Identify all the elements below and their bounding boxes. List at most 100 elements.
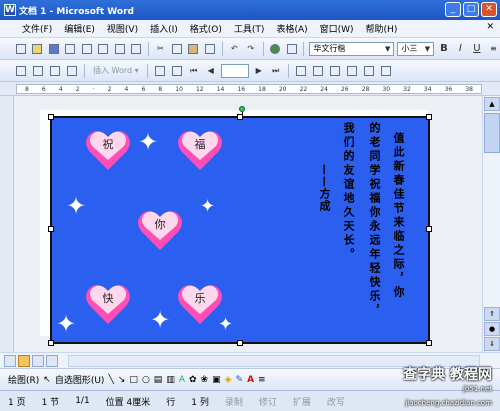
- close-button[interactable]: ✕: [481, 2, 497, 17]
- line-color-icon[interactable]: ✎: [236, 375, 244, 385]
- resize-handle-sw[interactable]: [48, 340, 54, 346]
- web-view-icon[interactable]: [18, 354, 30, 367]
- status-overtype[interactable]: 改写: [319, 395, 353, 408]
- hyperlink-icon[interactable]: [268, 42, 281, 56]
- menu-file[interactable]: 文件(F): [16, 22, 58, 35]
- clipart-icon[interactable]: ❀: [201, 375, 209, 385]
- document-close-icon[interactable]: ✕: [486, 22, 494, 32]
- menu-view[interactable]: 视图(V): [101, 22, 144, 35]
- italic-icon[interactable]: I: [454, 42, 467, 56]
- horizontal-scroll-track[interactable]: [68, 354, 480, 367]
- outline-view-icon[interactable]: [46, 354, 58, 367]
- merge-email-icon[interactable]: [362, 64, 376, 78]
- resize-handle-nw[interactable]: [48, 114, 54, 120]
- find-entry-icon[interactable]: [294, 64, 308, 78]
- maximize-button[interactable]: □: [463, 2, 479, 17]
- font-color-icon[interactable]: A: [247, 375, 254, 385]
- status-track[interactable]: 修订: [251, 395, 285, 408]
- arrow-icon[interactable]: ↘: [118, 375, 126, 385]
- font-size-select[interactable]: 小三 ▼: [397, 41, 435, 56]
- open-icon[interactable]: [30, 42, 43, 56]
- minimize-button[interactable]: _: [445, 2, 461, 17]
- email-icon[interactable]: [80, 42, 93, 56]
- outline-icon[interactable]: [14, 64, 28, 78]
- scroll-thumb[interactable]: [484, 113, 500, 153]
- autoshape-button[interactable]: 自选图形(U): [55, 373, 105, 386]
- first-record-icon[interactable]: ⏮: [187, 64, 201, 78]
- menu-format[interactable]: 格式(O): [184, 22, 228, 35]
- prev-record-icon[interactable]: ◀: [204, 64, 218, 78]
- table-icon[interactable]: [285, 42, 298, 56]
- resize-handle-n[interactable]: [237, 114, 243, 120]
- print-preview-icon[interactable]: [113, 42, 126, 56]
- record-input[interactable]: [220, 63, 249, 78]
- diagram-icon[interactable]: ✿: [189, 375, 197, 385]
- last-record-icon[interactable]: ⏭: [269, 64, 283, 78]
- normal-view-icon[interactable]: [4, 354, 16, 367]
- menu-tools[interactable]: 工具(T): [228, 22, 271, 35]
- browse-object-icon[interactable]: ●: [484, 322, 500, 336]
- print-icon[interactable]: [96, 42, 109, 56]
- horizontal-ruler[interactable]: 8 6 4 2 · 2 4 6 8 10 12 14 16 18 20 22 24 26 28 30 32 34 36 38: [0, 82, 500, 96]
- poem-column-3[interactable]: 我们的友谊地久天长。: [342, 122, 355, 262]
- resize-handle-s[interactable]: [237, 340, 243, 346]
- merge-new-icon[interactable]: [328, 64, 342, 78]
- star-shape[interactable]: ✦: [200, 198, 215, 216]
- rotate-handle[interactable]: [239, 106, 245, 112]
- fill-color-icon[interactable]: ◈: [225, 375, 232, 385]
- undo-icon[interactable]: ↶: [228, 42, 241, 56]
- prev-page-icon[interactable]: ⇑: [484, 307, 500, 321]
- star-shape[interactable]: ✦: [138, 130, 158, 154]
- vertical-textbox-icon[interactable]: ▥: [166, 375, 175, 385]
- permission-icon[interactable]: [63, 42, 76, 56]
- menu-help[interactable]: 帮助(H): [360, 22, 404, 35]
- status-extend[interactable]: 扩展: [285, 395, 319, 408]
- redo-icon[interactable]: ↷: [244, 42, 257, 56]
- status-record[interactable]: 录制: [217, 395, 251, 408]
- scroll-up-icon[interactable]: ▲: [484, 97, 500, 111]
- menu-window[interactable]: 窗口(W): [314, 22, 360, 35]
- merge-printer-icon[interactable]: [345, 64, 359, 78]
- heart-shape[interactable]: 你: [136, 208, 184, 252]
- poem-column-1[interactable]: 值此新春佳节来临之际，你: [392, 132, 405, 300]
- next-page-icon[interactable]: ⇓: [484, 337, 500, 351]
- bold-icon[interactable]: B: [437, 42, 450, 56]
- frame-icon[interactable]: [48, 64, 62, 78]
- line-style-icon[interactable]: ≡: [258, 375, 266, 385]
- table-grid-icon[interactable]: [65, 64, 79, 78]
- rectangle-icon[interactable]: □: [129, 375, 138, 385]
- oval-icon[interactable]: ○: [142, 375, 150, 385]
- merge-fax-icon[interactable]: [379, 64, 393, 78]
- menu-insert[interactable]: 插入(I): [144, 22, 184, 35]
- format-painter-icon[interactable]: [203, 42, 216, 56]
- poem-signature[interactable]: ——方成: [318, 164, 331, 212]
- wordart-icon[interactable]: A: [179, 375, 185, 385]
- line-icon[interactable]: ╲: [108, 375, 113, 385]
- heart-shape[interactable]: 福: [176, 128, 224, 172]
- resize-handle-se[interactable]: [426, 340, 432, 346]
- arrow-select-icon[interactable]: ↖: [43, 375, 51, 385]
- poem-column-2[interactable]: 的老同学祝福你永远年轻快乐，: [368, 122, 381, 318]
- new-document-icon[interactable]: [14, 42, 27, 56]
- resize-handle-e[interactable]: [426, 226, 432, 232]
- vertical-scrollbar[interactable]: ▲ ⇑ ● ⇓: [482, 96, 500, 352]
- document-map-icon[interactable]: [31, 64, 45, 78]
- copy-icon[interactable]: [170, 42, 183, 56]
- font-name-select[interactable]: 华文行楷 ▼: [309, 41, 395, 56]
- merge-check-icon[interactable]: [311, 64, 325, 78]
- menu-edit[interactable]: 编辑(E): [58, 22, 101, 35]
- heart-shape[interactable]: 快: [84, 282, 132, 326]
- field-icon[interactable]: [153, 64, 167, 78]
- star-shape[interactable]: ✦: [56, 312, 76, 336]
- insert-word-button[interactable]: 插入 Word ▾: [90, 65, 142, 76]
- resize-handle-w[interactable]: [48, 226, 54, 232]
- star-shape[interactable]: ✦: [150, 308, 170, 332]
- resize-handle-ne[interactable]: [426, 114, 432, 120]
- draw-menu-button[interactable]: 绘图(R): [8, 373, 39, 386]
- print-layout-icon[interactable]: [32, 354, 44, 367]
- drawing-canvas[interactable]: 祝 福 你 快 乐 ✦ ✦ ✦ ✦ ✦ ✦ 值此新春佳节来临之际，你 的老同学祝…: [48, 106, 432, 346]
- textbox-icon[interactable]: ▤: [154, 375, 163, 385]
- star-shape[interactable]: ✦: [66, 194, 86, 218]
- paste-icon[interactable]: [187, 42, 200, 56]
- align-left-icon[interactable]: ≡: [487, 42, 500, 56]
